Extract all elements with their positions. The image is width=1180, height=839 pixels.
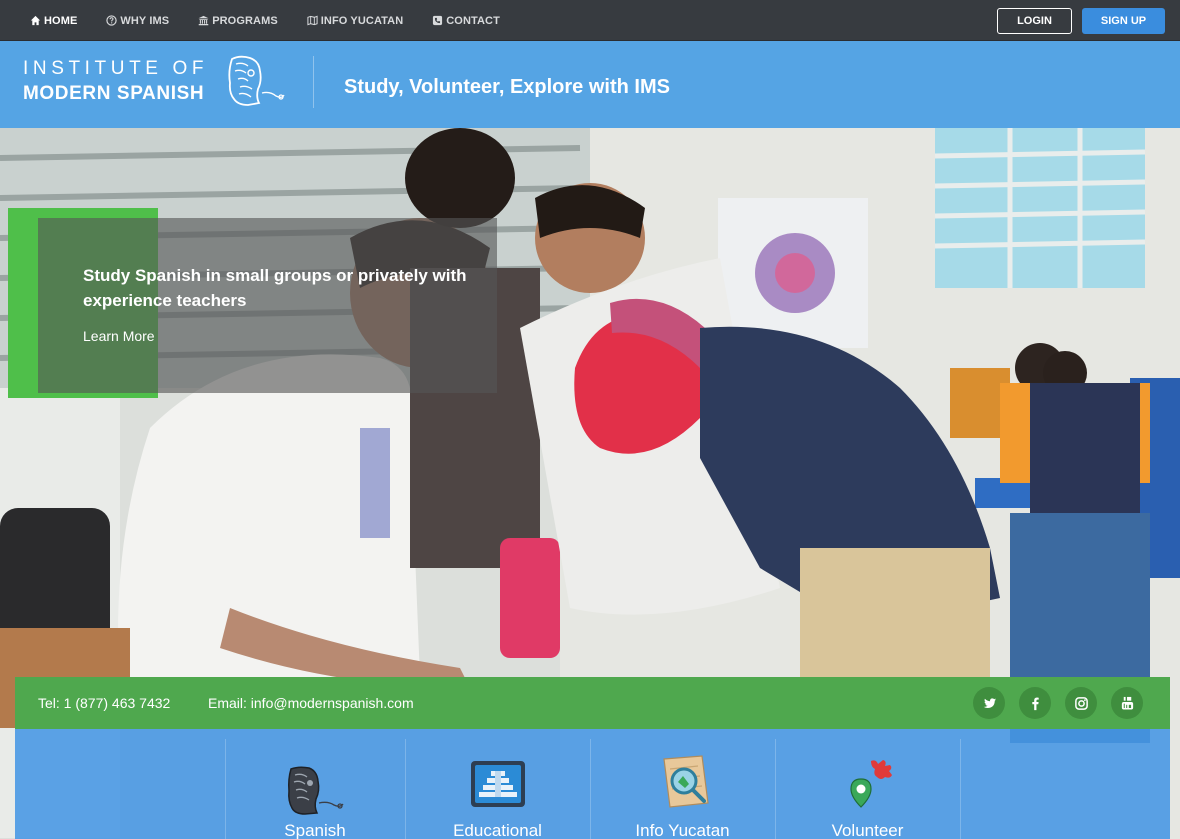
logo-line2: MODERN SPANISH bbox=[23, 83, 205, 104]
volunteer-pin-icon bbox=[845, 757, 897, 813]
mayan-head-icon bbox=[283, 765, 347, 817]
program-label: Volunteer bbox=[831, 821, 904, 839]
signup-button[interactable]: SIGN UP bbox=[1082, 8, 1165, 34]
nav-contact-label: CONTACT bbox=[446, 14, 500, 27]
program-label: Info Yucatan bbox=[635, 821, 730, 839]
program-divider bbox=[960, 739, 961, 839]
nav-contact[interactable]: CONTACT bbox=[432, 15, 500, 27]
top-navbar: HOME WHY IMS PROGRAMS INFO YUCATAN CONTA… bbox=[0, 0, 1180, 41]
mayan-head-icon bbox=[226, 55, 286, 109]
question-circle-icon bbox=[106, 15, 118, 26]
map-magnifier-icon bbox=[658, 755, 716, 811]
nav-links: HOME WHY IMS PROGRAMS INFO YUCATAN CONTA… bbox=[30, 0, 529, 41]
phone-square-icon bbox=[432, 15, 443, 26]
program-label: Spanish bbox=[284, 821, 346, 839]
instagram-icon[interactable] bbox=[1065, 687, 1097, 719]
program-spanish[interactable]: Spanish bbox=[225, 729, 405, 839]
program-info-yucatan[interactable]: Info Yucatan bbox=[590, 729, 775, 839]
program-label: Educational bbox=[453, 821, 542, 839]
pyramid-icon bbox=[469, 759, 527, 811]
youtube-icon[interactable] bbox=[1111, 687, 1143, 719]
contact-bar: Tel: 1 (877) 463 7432 Email: info@modern… bbox=[15, 677, 1170, 729]
nav-why-ims-label: WHY IMS bbox=[120, 14, 170, 27]
program-educational[interactable]: Educational bbox=[405, 729, 590, 839]
program-volunteer[interactable]: Volunteer bbox=[775, 729, 960, 839]
site-tagline: Study, Volunteer, Explore with IMS bbox=[344, 76, 670, 98]
nav-programs-label: PROGRAMS bbox=[212, 14, 278, 27]
home-icon bbox=[30, 15, 41, 26]
hero-caption: Study Spanish in small groups or private… bbox=[83, 266, 467, 310]
nav-home-label: HOME bbox=[44, 14, 78, 27]
programs-strip: Spanish Educational Info Yucatan Volunte… bbox=[15, 729, 1170, 839]
site-logo[interactable]: INSTITUTE OF MODERN SPANISH bbox=[23, 55, 288, 111]
institution-icon bbox=[198, 15, 209, 26]
phone-number[interactable]: Tel: 1 (877) 463 7432 bbox=[38, 695, 170, 711]
nav-info-yucatan-label: INFO YUCATAN bbox=[320, 14, 404, 27]
nav-programs[interactable]: PROGRAMS bbox=[198, 15, 278, 27]
nav-info-yucatan[interactable]: INFO YUCATAN bbox=[307, 15, 403, 27]
site-header: INSTITUTE OF MODERN SPANISH Study, Volun… bbox=[0, 41, 1180, 128]
twitter-icon[interactable] bbox=[973, 687, 1005, 719]
learn-more-link[interactable]: Learn More bbox=[83, 328, 155, 344]
nav-home[interactable]: HOME bbox=[30, 15, 77, 27]
nav-why-ims[interactable]: WHY IMS bbox=[106, 15, 169, 27]
logo-line1: INSTITUTE OF bbox=[23, 58, 209, 79]
facebook-icon[interactable] bbox=[1019, 687, 1051, 719]
map-icon bbox=[307, 15, 318, 26]
login-button[interactable]: LOGIN bbox=[997, 8, 1072, 34]
hero-caption-box: Study Spanish in small groups or private… bbox=[38, 218, 497, 393]
email-address[interactable]: Email: info@modernspanish.com bbox=[208, 695, 414, 711]
header-divider bbox=[313, 56, 314, 108]
